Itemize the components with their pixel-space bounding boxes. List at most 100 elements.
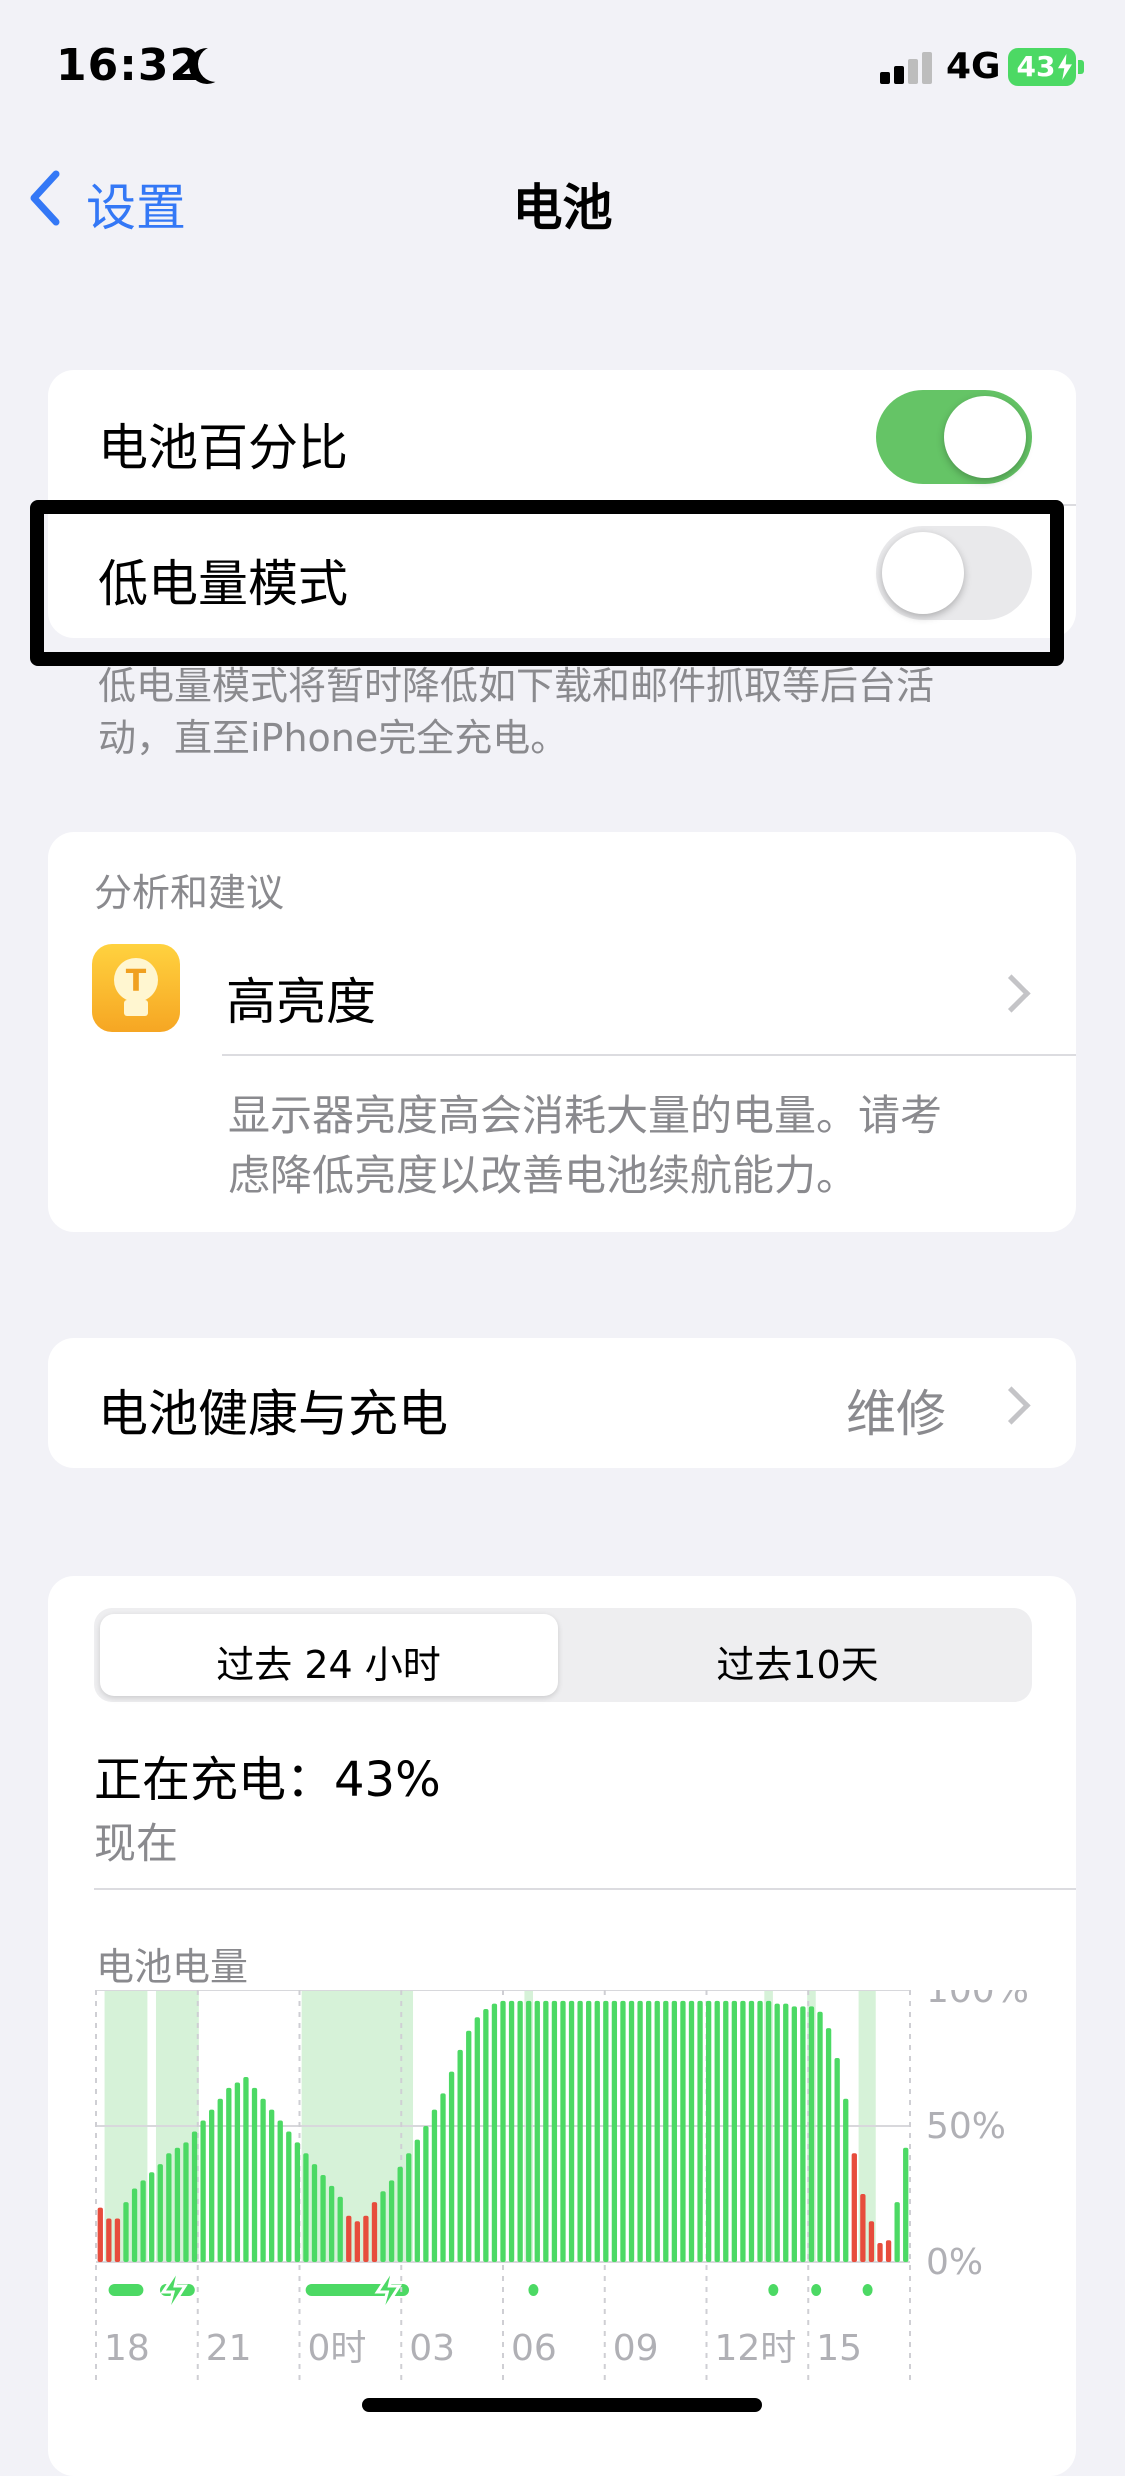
focus-moon-icon [198,46,234,82]
battery-percentage-toggle[interactable] [876,390,1032,484]
charging-period-marker [108,2284,144,2296]
battery-level-bar [166,2153,172,2262]
battery-level-bar [577,2000,583,2262]
battery-level-bar [654,2000,660,2262]
charging-period-marker [811,2284,822,2296]
battery-level-bar [200,2120,206,2262]
battery-level-bar [534,2000,540,2262]
battery-level-bar [851,2153,857,2262]
battery-level-bar [774,2003,780,2262]
x-tick-label: 15 [816,2328,862,2369]
insights-header: 分析和建议 [94,871,285,915]
battery-level-bar [226,2087,232,2262]
tab-last-24-hours[interactable]: 过去 24 小时 [94,1634,563,1689]
battery-percentage-label: 电池百分比 [98,419,348,477]
battery-level-bar [174,2147,181,2262]
battery-level-bar [431,2109,438,2262]
battery-level-bar [406,2153,412,2262]
battery-level-bar [825,2028,832,2262]
battery-level-bar [123,2202,129,2262]
battery-level-bar [183,2142,189,2262]
chart-title: 电池电量 [96,1945,249,1989]
battery-level-bar [705,2000,712,2262]
battery-level-bar [268,2109,275,2262]
description-line: 显示器亮度高会消耗大量的电量。请考 [228,1091,943,1140]
battery-level-bar [740,2000,746,2262]
battery-level-bar [260,2098,266,2262]
battery-level-bar [543,2000,549,2262]
charging-period-marker [862,2284,873,2296]
cellular-signal-icon [880,50,934,84]
battery-level-bar [423,2126,429,2262]
charging-status-subtitle: 现在 [94,1819,179,1868]
x-tick-label: 12时 [715,2328,797,2369]
battery-level-bar [328,2185,335,2262]
battery-level-bar [500,2000,506,2262]
battery-level-bar [483,2009,489,2262]
battery-level-bar [680,2000,686,2262]
battery-level-bar [808,2006,815,2262]
network-type: 4G [946,46,1001,87]
battery-level-bar [388,2180,395,2262]
battery-level-bar [860,2194,866,2262]
battery-level-bar [783,2003,789,2262]
battery-level-bar [363,2215,369,2262]
section-divider [94,1888,1076,1890]
battery-level-bar [380,2191,386,2262]
battery-level-bar [894,2202,900,2262]
battery-level-bar [843,2098,849,2262]
x-tick-label: 21 [206,2328,252,2369]
battery-level-bar [568,2000,575,2262]
battery-level-bar [474,2017,480,2262]
battery-level-bar [191,2131,198,2262]
battery-level-bar [97,2207,103,2262]
battery-level-bar [448,2071,455,2262]
battery-level-bar [243,2077,249,2262]
tab-last-10-days[interactable]: 过去10天 [563,1634,1032,1689]
battery-level-bar [868,2221,875,2262]
charging-bolt-icon [374,2267,403,2315]
battery-level-bar [466,2030,472,2262]
battery-level-bar [791,2006,797,2262]
battery-level-bar [149,2172,155,2262]
battery-level-bar [748,2000,755,2262]
battery-level-bar [697,2000,703,2262]
battery-level-bar [671,2000,678,2262]
charging-period-marker [528,2284,539,2296]
battery-level-chart: 100% 50% 0% 18 21 0时 03 06 09 12时 15 [95,1990,1029,2382]
status-time: 16:32 [56,40,202,91]
time-range-segmented-control: 过去 24 小时 过去10天 [94,1608,1032,1702]
battery-level-bar [157,2164,163,2262]
low-power-footnote: 低电量模式将暂时降低如下载和邮件抓取等后台活 动，直至iPhone完全充电。 [98,660,934,764]
battery-level-bar [371,2202,378,2262]
lightbulb-icon: T [92,944,180,1032]
battery-health-value: 维修 [846,1385,946,1443]
high-brightness-title[interactable]: 高亮度 [226,962,376,1034]
battery-level-bar [106,2218,112,2262]
battery-level-bar [440,2093,446,2262]
battery-level-bar [294,2142,301,2262]
battery-level-bar [551,2000,558,2262]
battery-level-bar [508,2000,515,2262]
battery-level-bar [757,2000,763,2262]
footnote-line: 动，直至iPhone完全充电。 [98,716,569,760]
annotation-highlight-box [30,500,1064,666]
battery-level-bar [354,2221,360,2262]
high-brightness-description: 显示器亮度高会消耗大量的电量。请考 虑降低亮度以改善电池续航能力。 [228,1086,942,1206]
x-tick-label: 03 [409,2328,455,2369]
battery-level-bar [646,2000,652,2262]
x-tick-label: 18 [104,2328,150,2369]
description-line: 虑降低亮度以改善电池续航能力。 [228,1151,859,1200]
battery-level-bar [834,2058,840,2262]
battery-level-bar [817,2011,823,2262]
charging-bolt-icon [160,2267,188,2315]
x-tick-label: 06 [511,2328,557,2369]
y-tick-label: 0% [926,2242,983,2283]
battery-level-bar [526,2000,532,2262]
page-title: 电池 [512,179,613,237]
battery-level-bar [131,2188,138,2262]
battery-level-bar [337,2196,343,2262]
footnote-line: 低电量模式将暂时降低如下载和邮件抓取等后台活 [98,664,935,708]
battery-level-bar [303,2153,309,2262]
battery-level-bar [877,2242,883,2262]
